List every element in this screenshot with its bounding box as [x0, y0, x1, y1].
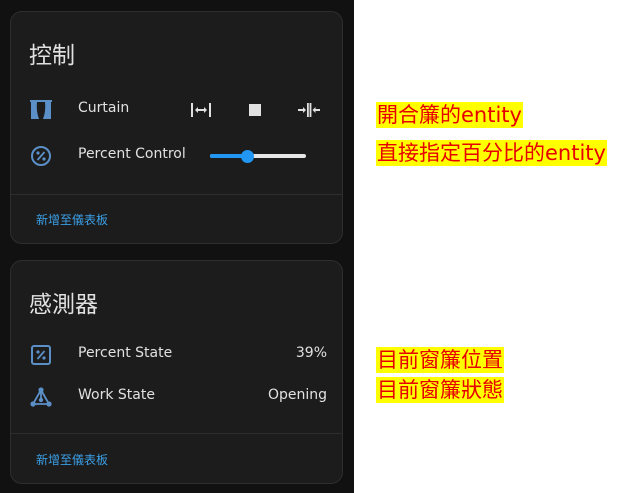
percent-state-value: 39% [295, 345, 327, 361]
percent-circle-icon [29, 144, 53, 168]
control-card-divider [11, 194, 342, 195]
annotation-position: 目前窗簾位置 [376, 347, 504, 373]
control-card-title: 控制 [29, 43, 75, 69]
curtain-row[interactable]: Curtain [11, 90, 344, 130]
dashboard-panel: 控制 Curtain Percent Control 新增至儀表板 感測器 Pe… [0, 0, 354, 493]
annotation-state: 目前窗簾狀態 [376, 377, 504, 403]
work-state-label: Work State [78, 387, 155, 403]
sensor-card-title: 感測器 [29, 292, 98, 318]
slider-thumb[interactable] [241, 150, 255, 163]
work-state-row[interactable]: Work State Opening [11, 377, 344, 417]
percent-control-row: Percent Control [11, 136, 344, 176]
percent-slider[interactable] [210, 150, 306, 163]
annotation-curtain-entity: 開合簾的entity [376, 102, 523, 128]
graph-nodes-icon [29, 385, 53, 409]
close-curtain-button[interactable] [297, 98, 321, 122]
stop-curtain-button[interactable] [243, 98, 267, 122]
percent-state-row[interactable]: Percent State 39% [11, 335, 344, 375]
add-to-dashboard-link[interactable]: 新增至儀表板 [36, 451, 108, 468]
work-state-value: Opening [267, 387, 327, 403]
open-curtain-button[interactable] [189, 98, 213, 122]
annotation-percent-entity: 直接指定百分比的entity [376, 140, 607, 166]
control-card: 控制 Curtain Percent Control 新增至儀表板 [10, 11, 343, 244]
arrow-expand-horizontal-icon [191, 103, 211, 117]
percent-control-label: Percent Control [78, 146, 186, 162]
curtain-label: Curtain [78, 100, 130, 116]
percent-box-icon [29, 343, 53, 367]
add-to-dashboard-link[interactable]: 新增至儀表板 [36, 211, 108, 228]
sensor-card-divider [11, 433, 342, 434]
arrow-collapse-horizontal-icon [298, 103, 320, 117]
curtain-icon [29, 98, 53, 122]
sensor-card: 感測器 Percent State 39% Work State Opening… [10, 260, 343, 484]
stop-icon [249, 104, 261, 116]
percent-state-label: Percent State [78, 345, 173, 361]
